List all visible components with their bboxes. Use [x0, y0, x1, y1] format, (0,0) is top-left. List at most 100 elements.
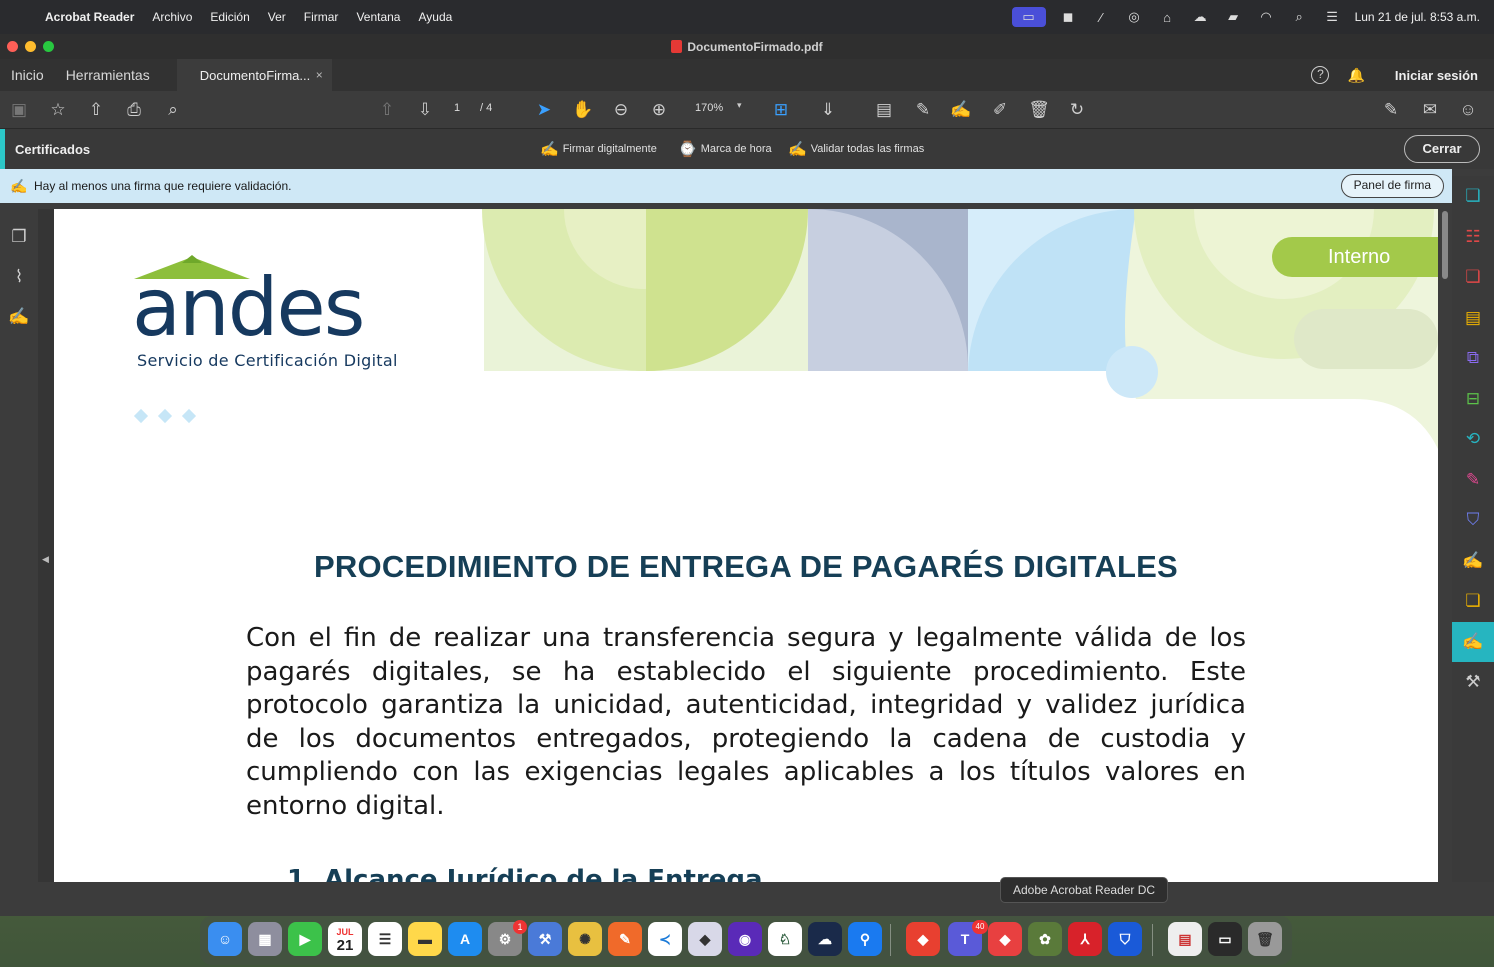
send-for-review-icon[interactable]: ❏ [1452, 581, 1494, 622]
app-store-icon[interactable]: A [448, 922, 482, 956]
vpn-icon[interactable]: ⌂ [1151, 10, 1184, 25]
zoom-window-button[interactable] [43, 41, 54, 52]
fill-and-sign-icon[interactable]: ✎ [1452, 460, 1494, 501]
share-link-icon[interactable]: ✎ [1380, 99, 1402, 121]
bird-app-icon[interactable]: ✿ [1028, 922, 1062, 956]
bookmark-star-icon[interactable]: ☆ [47, 99, 69, 121]
attachments-paperclip-icon[interactable]: ⌇ [0, 257, 38, 297]
cloud-icon[interactable]: ☁ [1184, 9, 1217, 25]
scroll-mode-icon[interactable]: ⇓ [817, 99, 839, 121]
cloud-app-icon[interactable]: ☁ [808, 922, 842, 956]
close-window-button[interactable] [7, 41, 18, 52]
request-signatures-icon[interactable]: ✍ [1452, 541, 1494, 582]
zoom-out-icon[interactable]: ⊖ [610, 99, 632, 121]
fill-sign-icon[interactable]: ✐ [989, 99, 1011, 121]
recent-window-icon[interactable]: ▭ [1208, 922, 1242, 956]
export-pdf-icon[interactable]: ❏ [1452, 257, 1494, 298]
location-app-icon[interactable]: ⚲ [848, 922, 882, 956]
page-fit-icon[interactable]: ⊞ [770, 99, 792, 121]
combine-files-icon[interactable]: ⧉ [1452, 338, 1494, 379]
print-icon[interactable]: ⎙ [123, 99, 145, 121]
bitwarden-icon[interactable]: ⛉ [1108, 922, 1142, 956]
pen-icon[interactable]: ⁄ [1085, 10, 1118, 25]
notifications-bell-icon[interactable]: 🔔 [1347, 67, 1364, 84]
panel-splitter[interactable]: ◀ [38, 209, 54, 882]
adobe-acrobat-reader-icon[interactable]: ⅄ [1068, 922, 1102, 956]
git-app-icon[interactable]: ◆ [906, 922, 940, 956]
zoom-in-icon[interactable]: ⊕ [648, 99, 670, 121]
launchpad-icon[interactable]: ▦ [248, 922, 282, 956]
close-tab-icon[interactable]: × [316, 68, 323, 82]
email-icon[interactable]: ✉ [1419, 99, 1441, 121]
signature-panel-button[interactable]: Panel de firma [1340, 174, 1444, 198]
downloads-stack-icon[interactable]: ▤ [1168, 922, 1202, 956]
more-tools-icon[interactable]: ⚒ [1452, 662, 1494, 703]
signatures-panel-icon[interactable]: ✍ [0, 297, 38, 337]
chevron-down-icon[interactable]: ▾ [737, 100, 742, 111]
close-certificates-button[interactable]: Cerrar [1404, 135, 1480, 163]
tab-document[interactable]: DocumentoFirma... × [176, 59, 332, 91]
vscode-icon[interactable]: ≺ [648, 922, 682, 956]
comment-tool-icon[interactable]: ▤ [1452, 298, 1494, 339]
firefox-icon[interactable]: ◉ [728, 922, 762, 956]
facetime-icon[interactable]: ▶ [288, 922, 322, 956]
calendar-icon[interactable]: JUL 21 [328, 922, 362, 956]
pencil-app-icon[interactable]: ✎ [608, 922, 642, 956]
page-number-input[interactable]: 1 [454, 102, 460, 114]
menu-ver[interactable]: Ver [259, 10, 295, 24]
organize-pages-icon[interactable]: ☷ [1452, 217, 1494, 258]
reminders-icon[interactable]: ☰ [368, 922, 402, 956]
document-page[interactable]: andes Servicio de Certificación Digital … [54, 209, 1438, 882]
menu-edicion[interactable]: Edición [201, 10, 258, 24]
screen-share-icon[interactable]: ▭ [1011, 7, 1046, 27]
comment-icon[interactable]: ▤ [873, 99, 895, 121]
minimize-window-button[interactable] [25, 41, 36, 52]
app-menu[interactable]: Acrobat Reader [36, 10, 143, 24]
menu-bar-clock[interactable]: Lun 21 de jul. 8:53 a.m. [1355, 10, 1480, 24]
page-thumbnails-icon[interactable]: ❐ [0, 217, 38, 257]
highlight-pen-icon[interactable]: ✎ [912, 99, 934, 121]
battery-icon[interactable]: ▰ [1217, 9, 1250, 25]
add-user-icon[interactable]: ☺ [1457, 99, 1479, 121]
select-cursor-icon[interactable]: ➤ [533, 99, 555, 121]
zoom-level-select[interactable]: 170% [695, 102, 723, 114]
validate-all-button[interactable]: ✍ Validar todas las firmas [788, 140, 924, 158]
chatgpt-icon[interactable]: ✺ [568, 922, 602, 956]
tab-herramientas[interactable]: Herramientas [55, 67, 161, 83]
menu-ayuda[interactable]: Ayuda [409, 10, 461, 24]
xcode-icon[interactable]: ⚒ [528, 922, 562, 956]
create-pdf-icon[interactable]: ❏ [1452, 176, 1494, 217]
hand-tool-icon[interactable]: ✋ [572, 99, 594, 121]
virtualbox-icon[interactable]: ◆ [688, 922, 722, 956]
certificates-tool-icon[interactable]: ✍ [1452, 621, 1494, 662]
control-center-icon[interactable]: ☰ [1316, 9, 1349, 25]
anydesk-icon[interactable]: ◆ [988, 922, 1022, 956]
vertical-scrollbar[interactable] [1440, 209, 1452, 882]
rotate-icon[interactable]: ↻ [1066, 99, 1088, 121]
find-icon[interactable]: ⌕ [162, 99, 184, 121]
timestamp-button[interactable]: ⌚ Marca de hora [678, 140, 772, 158]
search-icon[interactable]: ⌕ [1283, 9, 1316, 25]
notes-icon[interactable]: ▬ [408, 922, 442, 956]
menu-archivo[interactable]: Archivo [143, 10, 201, 24]
protect-shield-icon[interactable]: ⛉ [1452, 500, 1494, 541]
scan-ocr-icon[interactable]: ⟲ [1452, 419, 1494, 460]
sign-in-button[interactable]: Iniciar sesión [1395, 68, 1478, 83]
help-icon[interactable]: ? [1311, 66, 1330, 84]
save-icon[interactable]: ▣ [8, 99, 30, 121]
wifi-icon[interactable]: ◠ [1250, 9, 1283, 25]
next-page-icon[interactable]: ⇩ [414, 99, 436, 121]
menu-firmar[interactable]: Firmar [295, 10, 348, 24]
compress-pdf-icon[interactable]: ⊟ [1452, 379, 1494, 420]
sign-icon[interactable]: ✍ [950, 99, 972, 121]
teams-icon[interactable]: ◼ [1052, 9, 1085, 25]
upload-cloud-icon[interactable]: ⇧ [85, 99, 107, 121]
previous-page-icon[interactable]: ⇧ [376, 99, 398, 121]
delete-icon[interactable]: 🗑 [1028, 99, 1050, 121]
tab-inicio[interactable]: Inicio [0, 67, 55, 83]
evernote-icon[interactable]: ♘ [768, 922, 802, 956]
trash-icon[interactable]: 🗑 [1248, 922, 1282, 956]
sign-digitally-button[interactable]: ✍ Firmar digitalmente [540, 140, 657, 158]
creative-cloud-icon[interactable]: ◎ [1118, 9, 1151, 25]
finder-icon[interactable]: ☺ [208, 922, 242, 956]
